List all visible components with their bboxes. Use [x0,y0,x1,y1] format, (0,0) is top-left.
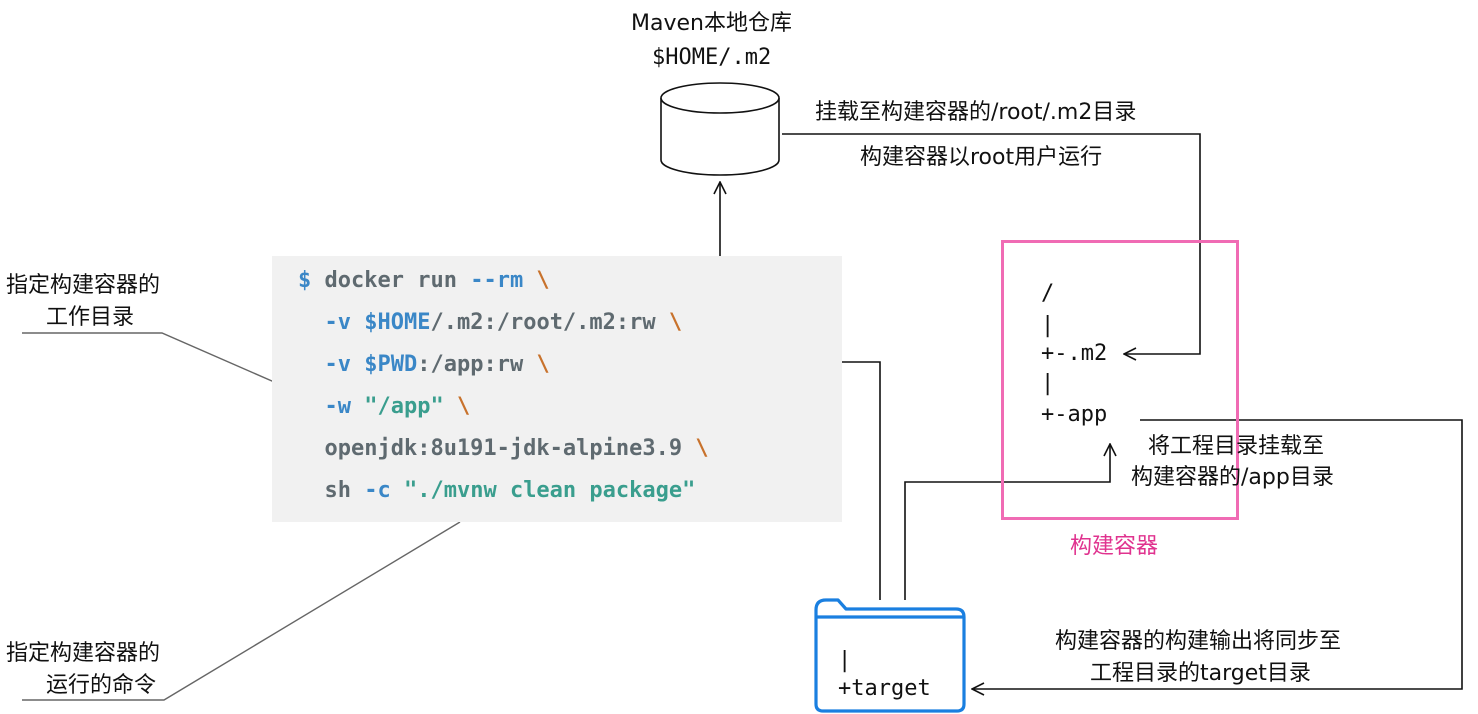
code-line-3: -v $PWD:/app:rw \ [298,350,550,380]
repo-title: Maven本地仓库 [631,11,792,36]
code-line-1: $ docker run --rm \ [298,266,550,296]
tree-m2: +-.m2 [1041,341,1108,366]
code-line-4: -w "/app" \ [298,392,471,422]
code-token-var: $HOME [364,310,431,335]
run-as-root-label: 构建容器以root用户运行 [860,145,1103,170]
code-token-bs: \ [523,268,550,293]
tree-app: +-app [1041,402,1108,427]
workdir-label-line1: 指定构建容器的 [6,273,161,298]
code-token-flag: -v [324,352,352,377]
code-token-str: "./mvnw clean package" [403,478,696,503]
repo-path: $HOME/.m2 [652,45,772,70]
database-icon [660,82,780,176]
tree-pipe-2: | [1041,371,1055,396]
command-label-line2: 运行的命令 [46,673,157,698]
folder-pipe: | [838,648,852,673]
mount-m2-label: 挂载至构建容器的/root/.m2目录 [815,100,1137,125]
code-token-bs: \ [655,310,683,335]
code-token-txt: openjdk:8u191-jdk-alpine3.9 [298,436,683,461]
code-token-prompt: $ [298,268,325,293]
code-line-5: openjdk:8u191-jdk-alpine3.9 \ [298,434,709,464]
code-token-txt: docker run [324,268,471,293]
code-token-bs: \ [523,352,550,377]
code-token-txt: :/app:rw [417,352,524,377]
code-token-txt: /.m2:/root/.m2:rw [430,310,656,335]
code-token-str: "/app" [364,394,444,419]
code-token-flag: --rm [470,268,524,293]
code-token-flag: -v [324,310,352,335]
code-token-txt: sh [298,478,365,503]
code-token-flag: -c [364,478,391,503]
code-line-2: -v $HOME/.m2:/root/.m2:rw \ [298,308,683,338]
tree-root: / [1041,281,1055,306]
code-line-6: sh -c "./mvnw clean package" [298,476,695,506]
code-token-bs: \ [443,394,471,419]
code-token-flag: -w [324,394,352,419]
mount-app-label-line2: 构建容器的/app目录 [1131,465,1334,490]
sync-label-line2: 工程目录的target目录 [1090,661,1311,686]
mount-app-label-line1: 将工程目录挂载至 [1148,434,1325,459]
container-label: 构建容器 [1070,534,1159,559]
sync-label-line1: 构建容器的构建输出将同步至 [1055,629,1342,654]
tree-pipe-1: | [1041,313,1055,338]
workdir-label-line2: 工作目录 [46,305,135,330]
command-label-line1: 指定构建容器的 [6,641,161,666]
folder-target: +target [838,676,931,701]
docker-command-block: $ docker run --rm \ -v $HOME/.m2:/root/.… [272,256,842,522]
code-token-var: $PWD [364,352,418,377]
code-token-bs: \ [682,436,709,461]
